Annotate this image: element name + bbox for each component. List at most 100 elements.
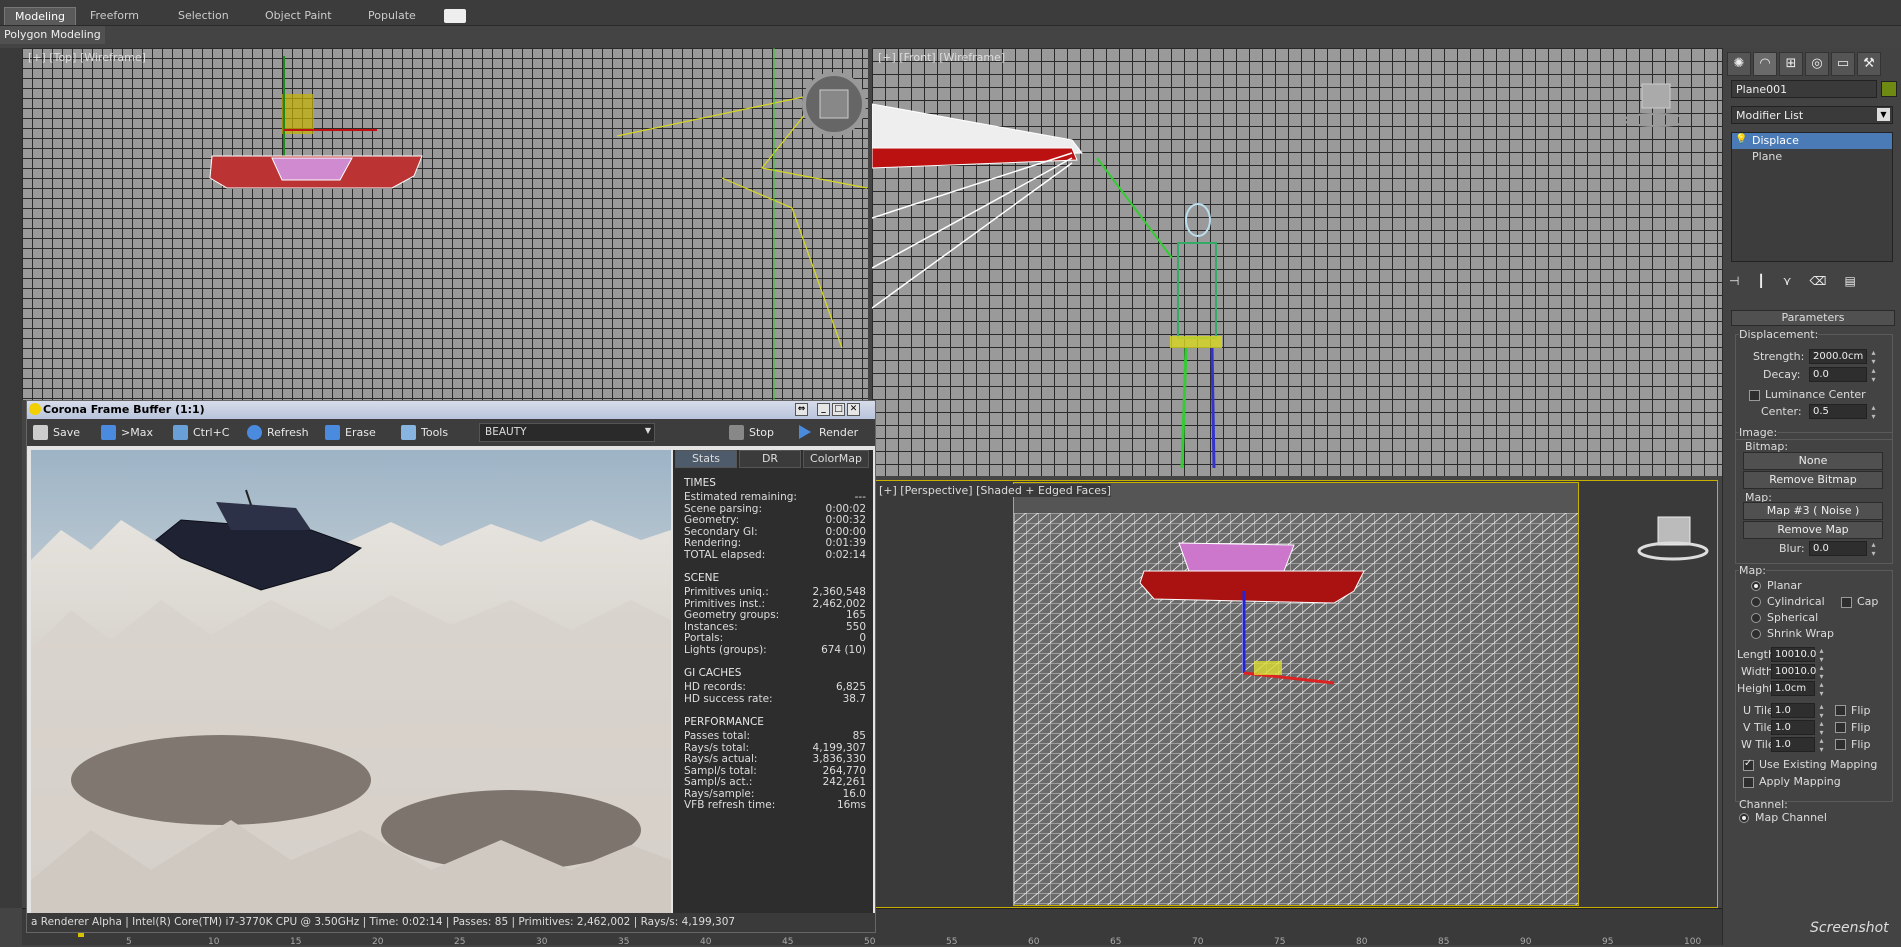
decay-label: Decay: [1763, 368, 1801, 381]
apply-mapping-checkbox[interactable] [1743, 777, 1754, 788]
display-tab-icon[interactable]: ▭ [1831, 52, 1855, 76]
cylindrical-radio[interactable] [1751, 597, 1761, 607]
tab-colormap[interactable]: ColorMap [803, 450, 869, 468]
tab-stats[interactable]: Stats [675, 450, 737, 468]
close-icon[interactable]: ✕ [847, 403, 860, 416]
object-color-swatch[interactable] [1881, 81, 1897, 97]
displacement-title: Displacement: [1739, 328, 1819, 341]
pin-stack-icon[interactable]: ⊣ [1729, 274, 1757, 288]
tab-object-paint[interactable]: Object Paint [255, 7, 342, 25]
tab-selection[interactable]: Selection [168, 7, 239, 25]
planar-radio[interactable] [1751, 581, 1761, 591]
perspective-terrain-mesh [1014, 513, 1578, 905]
utilities-tab-icon[interactable]: ⚒ [1857, 52, 1881, 76]
front-viewport-wireframe [872, 83, 1689, 469]
make-unique-icon[interactable]: ⋎ [1783, 274, 1810, 288]
render-pass-dropdown[interactable]: BEAUTY ▼ [479, 423, 655, 442]
decay-spinner[interactable]: 0.0 [1809, 366, 1880, 384]
tab-dr[interactable]: DR [739, 450, 801, 468]
stats-value: 16.0 [842, 787, 866, 800]
create-tab-icon[interactable]: ✺ [1727, 52, 1751, 76]
save-button[interactable]: Save [31, 422, 91, 443]
use-existing-mapping-checkbox[interactable] [1743, 758, 1754, 771]
spherical-radio[interactable] [1751, 613, 1761, 623]
stats-key: Rays/sample: [684, 787, 755, 800]
stop-button[interactable]: Stop [727, 422, 787, 443]
viewport-perspective[interactable]: [+] [Perspective] [Shaded + Edged Faces] [872, 480, 1718, 908]
object-name-field[interactable]: Plane001 [1731, 80, 1877, 98]
chevron-down-icon: ▼ [644, 426, 651, 435]
modifier-list-label: Modifier List [1736, 109, 1804, 122]
v-flip-checkbox[interactable] [1835, 722, 1846, 733]
stats-key: Passes total: [684, 730, 751, 742]
to-max-button[interactable]: >Max [99, 422, 159, 443]
viewport-perspective-label[interactable]: [+] [Perspective] [Shaded + Edged Faces] [879, 484, 1112, 497]
erase-button[interactable]: Erase [323, 422, 383, 443]
length-spinner[interactable]: 10010.0 [1771, 646, 1828, 664]
light-outline-b [721, 177, 843, 349]
motion-tab-icon[interactable]: ◎ [1805, 52, 1829, 76]
wire-2 [872, 157, 1073, 269]
stats-value: 0 [859, 632, 866, 644]
stats-key: Geometry groups: [684, 609, 780, 621]
shrink-wrap-radio[interactable] [1751, 629, 1761, 639]
maximize-icon[interactable]: □ [832, 403, 845, 416]
remove-modifier-icon[interactable]: ⌫ [1809, 274, 1844, 288]
map-noise-button[interactable]: Map #3 ( Noise ) [1743, 502, 1883, 520]
tab-freeform[interactable]: Freeform [80, 7, 149, 25]
bitmap-none-button[interactable]: None [1743, 452, 1883, 470]
stats-key: TOTAL elapsed: [684, 548, 766, 561]
render-button[interactable]: Render [797, 422, 867, 443]
frame-buffer-title-bar[interactable]: Corona Frame Buffer (1:1) ⇔ _ □ ✕ [27, 401, 875, 419]
stats-value: 2,360,548 [812, 586, 866, 598]
stack-item-plane[interactable]: Plane [1732, 149, 1892, 165]
tools-button[interactable]: Tools [399, 422, 469, 443]
viewcube-perspective[interactable] [1633, 511, 1713, 571]
tab-modeling[interactable]: Modeling [4, 7, 77, 25]
u-flip-checkbox[interactable] [1835, 705, 1846, 716]
center-spinner[interactable]: 0.5 [1809, 403, 1880, 421]
viewcube-front-ring [1623, 113, 1689, 127]
restore-icon[interactable]: ⇔ [795, 403, 808, 416]
stack-item-displace[interactable]: 💡 Displace [1732, 133, 1892, 149]
w-flip-checkbox[interactable] [1835, 739, 1846, 750]
stats-value: 165 [845, 609, 866, 621]
timeline-tick-label: 10 [208, 937, 220, 947]
corona-frame-buffer-window[interactable]: Corona Frame Buffer (1:1) ⇔ _ □ ✕ Save >… [26, 400, 876, 933]
modify-tab-icon[interactable]: ◠ [1753, 52, 1777, 76]
stats-key: HD success rate: [684, 692, 773, 705]
minimize-icon[interactable]: _ [817, 403, 830, 416]
v-tile-spinner[interactable]: 1.0 [1771, 719, 1828, 737]
chevron-down-icon[interactable]: ▼ [1877, 108, 1890, 121]
configure-sets-icon[interactable]: ▤ [1844, 274, 1873, 288]
remove-map-button[interactable]: Remove Map [1743, 521, 1883, 539]
frame-buffer-title: Corona Frame Buffer (1:1) [43, 403, 205, 416]
viewport-front[interactable]: [+] [Front] [Wireframe] [872, 48, 1722, 476]
show-end-result-icon[interactable]: ┃ [1757, 274, 1782, 288]
viewport-top[interactable]: [+] [Top] [Wireframe] [22, 48, 868, 400]
luminance-center-checkbox[interactable] [1749, 390, 1760, 401]
use-existing-mapping-label: Use Existing Mapping [1759, 758, 1878, 771]
strength-spinner[interactable]: 2000.0cm [1809, 348, 1880, 366]
remove-bitmap-button[interactable]: Remove Bitmap [1743, 471, 1883, 489]
lightbulb-icon[interactable]: 💡 [1735, 134, 1747, 145]
height-spinner[interactable]: 1.0cm [1771, 680, 1828, 698]
hierarchy-tab-icon[interactable]: ⊞ [1779, 52, 1803, 76]
map-channel-radio[interactable] [1739, 813, 1749, 823]
parameters-rollout-header[interactable]: Parameters [1731, 310, 1895, 326]
cap-checkbox[interactable] [1841, 597, 1852, 608]
tab-populate[interactable]: Populate [358, 7, 426, 25]
refresh-button[interactable]: Refresh [245, 422, 311, 443]
u-tile-spinner[interactable]: 1.0 [1771, 702, 1828, 720]
tools-icon [401, 425, 416, 440]
tab-polygon-modeling[interactable]: Polygon Modeling [0, 26, 105, 44]
blur-spinner[interactable]: 0.0 [1809, 540, 1880, 558]
timeline-tick-label: 90 [1520, 937, 1532, 947]
w-tile-spinner[interactable]: 1.0 [1771, 736, 1828, 754]
stats-value: 0:00:00 [825, 525, 866, 538]
copy-ctrlc-button[interactable]: Ctrl+C [171, 422, 231, 443]
modifier-list-dropdown[interactable]: Modifier List ▼ [1731, 106, 1893, 124]
boat-cabin-persp [1178, 542, 1295, 572]
width-spinner[interactable]: 10010.0 [1771, 663, 1828, 681]
ribbon-options-icon[interactable] [444, 9, 466, 23]
